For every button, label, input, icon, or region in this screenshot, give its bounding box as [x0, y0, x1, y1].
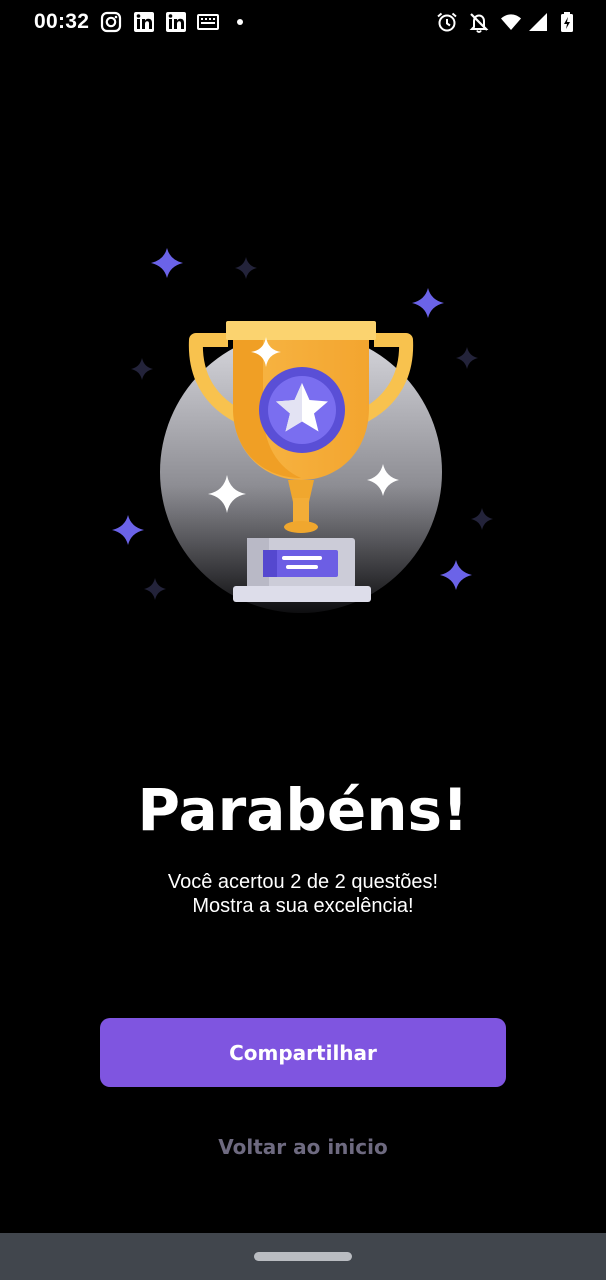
- keyboard-icon: [197, 11, 219, 33]
- trophy-illustration: [110, 240, 500, 620]
- cellular-signal-icon: [528, 11, 550, 33]
- dot-icon: [229, 11, 251, 33]
- home-gesture-handle[interactable]: [254, 1252, 352, 1261]
- linkedin-icon: [133, 11, 155, 33]
- score-text: Você acertou 2 de 2 questões!: [167, 871, 439, 893]
- back-to-start-link[interactable]: Voltar ao inicio: [0, 1132, 606, 1162]
- trophy-icon: [112, 248, 493, 613]
- encouragement-text: Mostra a sua excelência!: [192, 895, 414, 917]
- alarm-icon: [436, 11, 458, 33]
- system-nav-bar: [0, 1233, 606, 1280]
- status-bar: 00:32: [0, 0, 606, 46]
- page-title: Parabéns!: [137, 776, 469, 844]
- instagram-icon: [100, 11, 122, 33]
- battery-charging-icon: [556, 11, 578, 33]
- wifi-icon: [500, 11, 522, 33]
- linkedin-icon: [165, 11, 187, 33]
- notifications-off-icon: [468, 11, 490, 33]
- status-time: 00:32: [34, 10, 90, 33]
- result-message: Você acertou 2 de 2 questões! Mostra a s…: [0, 870, 606, 918]
- share-button[interactable]: Compartilhar: [100, 1018, 506, 1087]
